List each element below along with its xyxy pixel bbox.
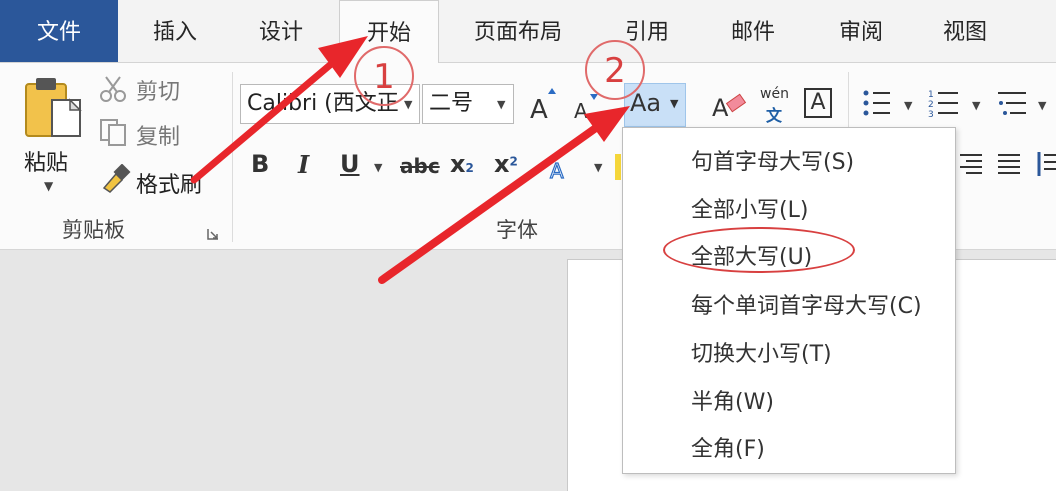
annotation-arrows (190, 36, 630, 284)
arrow-to-change-case (378, 106, 630, 284)
arrow-to-home-tab (190, 36, 368, 184)
